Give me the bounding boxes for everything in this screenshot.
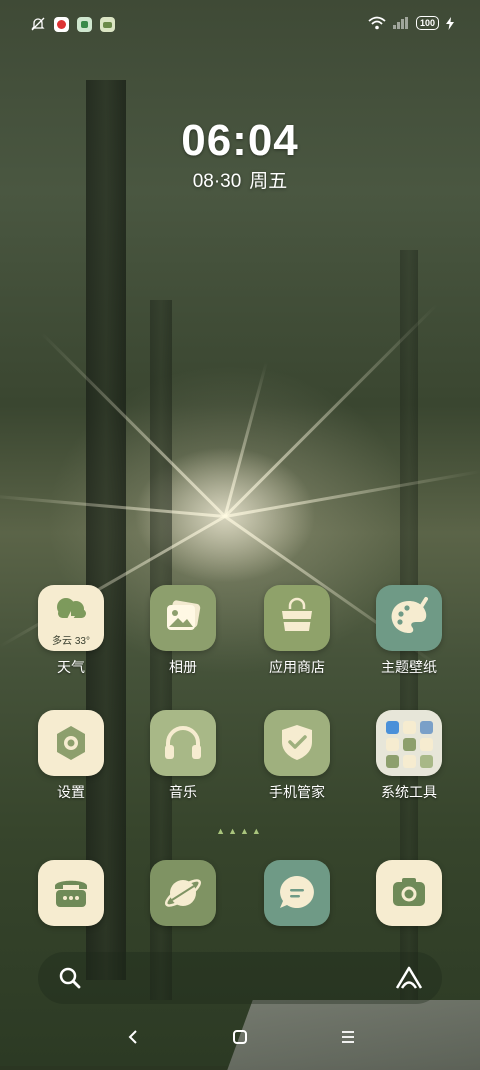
app-label: 设置 bbox=[57, 784, 85, 800]
recents-menu-icon[interactable] bbox=[340, 1029, 356, 1045]
tree-trunk bbox=[86, 80, 126, 980]
dock-phone[interactable] bbox=[16, 860, 126, 926]
app-gallery[interactable]: 相册 bbox=[128, 585, 238, 677]
app-notification-icon bbox=[100, 16, 115, 32]
battery-level: 100 bbox=[419, 18, 435, 28]
app-label: 音乐 bbox=[169, 784, 197, 800]
weather-icon: 多云 33° bbox=[38, 585, 104, 651]
app-tools-folder[interactable]: 系统工具 bbox=[354, 710, 464, 802]
app-label: 主题壁纸 bbox=[381, 659, 437, 675]
home-icon[interactable] bbox=[232, 1029, 248, 1045]
app-notification-icon bbox=[54, 16, 69, 32]
back-icon[interactable] bbox=[126, 1029, 140, 1045]
battery-icon: 100 bbox=[415, 16, 439, 30]
sun-ray bbox=[40, 331, 227, 518]
status-bar: 100 bbox=[0, 0, 480, 48]
clock-time: 06:04 bbox=[181, 116, 299, 165]
page-indicator[interactable]: ▲▲▲▲ bbox=[0, 826, 480, 836]
store-bag-icon bbox=[264, 585, 330, 651]
search-bar[interactable] bbox=[38, 952, 442, 1004]
app-themes[interactable]: 主题壁纸 bbox=[354, 585, 464, 677]
signal-icon bbox=[392, 17, 408, 29]
app-music[interactable]: 音乐 bbox=[128, 710, 238, 802]
browser-planet-icon bbox=[150, 860, 216, 926]
navigation-bar bbox=[0, 1022, 480, 1052]
app-label: 相册 bbox=[169, 659, 197, 675]
app-weather[interactable]: 多云 33° 天气 bbox=[16, 585, 126, 677]
app-security[interactable]: 手机管家 bbox=[242, 710, 352, 802]
clock-widget[interactable]: 06:04 08·30 周五 bbox=[0, 118, 480, 193]
shield-icon bbox=[264, 710, 330, 776]
palette-icon bbox=[376, 585, 442, 651]
gear-icon bbox=[38, 710, 104, 776]
mute-bell-icon bbox=[31, 17, 45, 31]
app-label: 系统工具 bbox=[381, 784, 437, 800]
weekday-text: 周五 bbox=[249, 171, 288, 192]
app-notification-icon bbox=[77, 16, 92, 32]
wifi-icon bbox=[368, 16, 386, 30]
weather-condition: 多云 33° bbox=[52, 636, 90, 647]
date-text: 08·30 bbox=[192, 171, 242, 192]
app-store[interactable]: 应用商店 bbox=[242, 585, 352, 677]
dock-messages[interactable] bbox=[242, 860, 352, 926]
dock-camera[interactable] bbox=[354, 860, 464, 926]
app-settings[interactable]: 设置 bbox=[16, 710, 126, 802]
charging-icon bbox=[446, 16, 454, 30]
app-label: 天气 bbox=[57, 659, 85, 675]
message-bubble-icon bbox=[264, 860, 330, 926]
headphones-icon bbox=[150, 710, 216, 776]
camera-icon bbox=[376, 860, 442, 926]
app-label: 应用商店 bbox=[269, 659, 325, 675]
app-label: 手机管家 bbox=[269, 784, 325, 800]
folder-icon bbox=[376, 710, 442, 776]
clock-date: 08·30 周五 bbox=[0, 166, 480, 193]
gallery-icon bbox=[150, 585, 216, 651]
assistant-icon[interactable] bbox=[394, 965, 424, 991]
phone-icon bbox=[38, 860, 104, 926]
search-icon[interactable] bbox=[58, 966, 82, 990]
dock-browser[interactable] bbox=[128, 860, 238, 926]
